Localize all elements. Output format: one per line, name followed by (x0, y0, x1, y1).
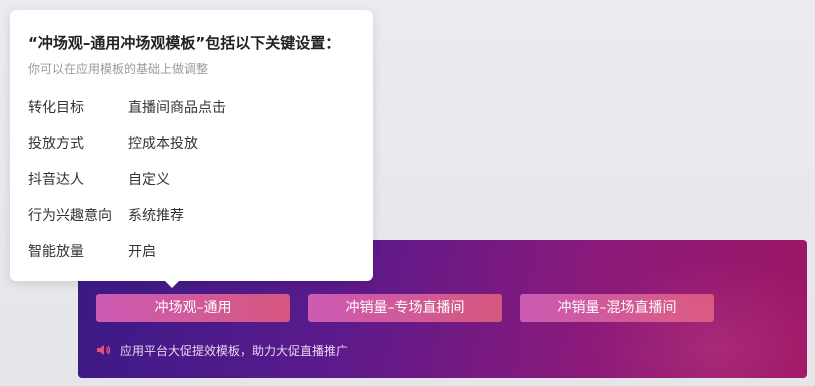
setting-value: 系统推荐 (128, 208, 184, 224)
tooltip-arrow (163, 279, 181, 288)
setting-key: 行为兴趣意向 (28, 208, 112, 224)
template-button-general[interactable]: 冲场观–通用 (96, 294, 290, 322)
setting-key: 抖音达人 (28, 172, 84, 188)
tooltip-title: “冲场观–通用冲场观模板”包括以下关键设置： (28, 34, 341, 52)
setting-row: 行为兴趣意向 系统推荐 (28, 205, 184, 225)
setting-row: 投放方式 控成本投放 (28, 133, 198, 153)
promo-hint: 应用平台大促提效模板，助力大促直播推广 (96, 341, 348, 359)
tooltip-subtitle: 你可以在应用模板的基础上做调整 (28, 62, 209, 76)
setting-key: 转化目标 (28, 100, 84, 116)
setting-value: 直播间商品点击 (128, 100, 226, 116)
setting-key: 智能放量 (28, 244, 84, 260)
setting-key: 投放方式 (28, 136, 84, 152)
setting-value: 控成本投放 (128, 136, 198, 152)
setting-row: 智能放量 开启 (28, 241, 156, 261)
setting-row: 转化目标 直播间商品点击 (28, 97, 226, 117)
template-settings-tooltip: “冲场观–通用冲场观模板”包括以下关键设置： 你可以在应用模板的基础上做调整 转… (10, 10, 373, 281)
setting-value: 自定义 (128, 172, 170, 188)
setting-value: 开启 (128, 244, 156, 260)
speaker-icon (96, 342, 112, 358)
setting-row: 抖音达人 自定义 (28, 169, 170, 189)
promo-hint-text: 应用平台大促提效模板，助力大促直播推广 (120, 343, 349, 358)
template-button-mixed-live[interactable]: 冲销量–混场直播间 (520, 294, 714, 322)
template-button-dedicated-live[interactable]: 冲销量–专场直播间 (308, 294, 502, 322)
